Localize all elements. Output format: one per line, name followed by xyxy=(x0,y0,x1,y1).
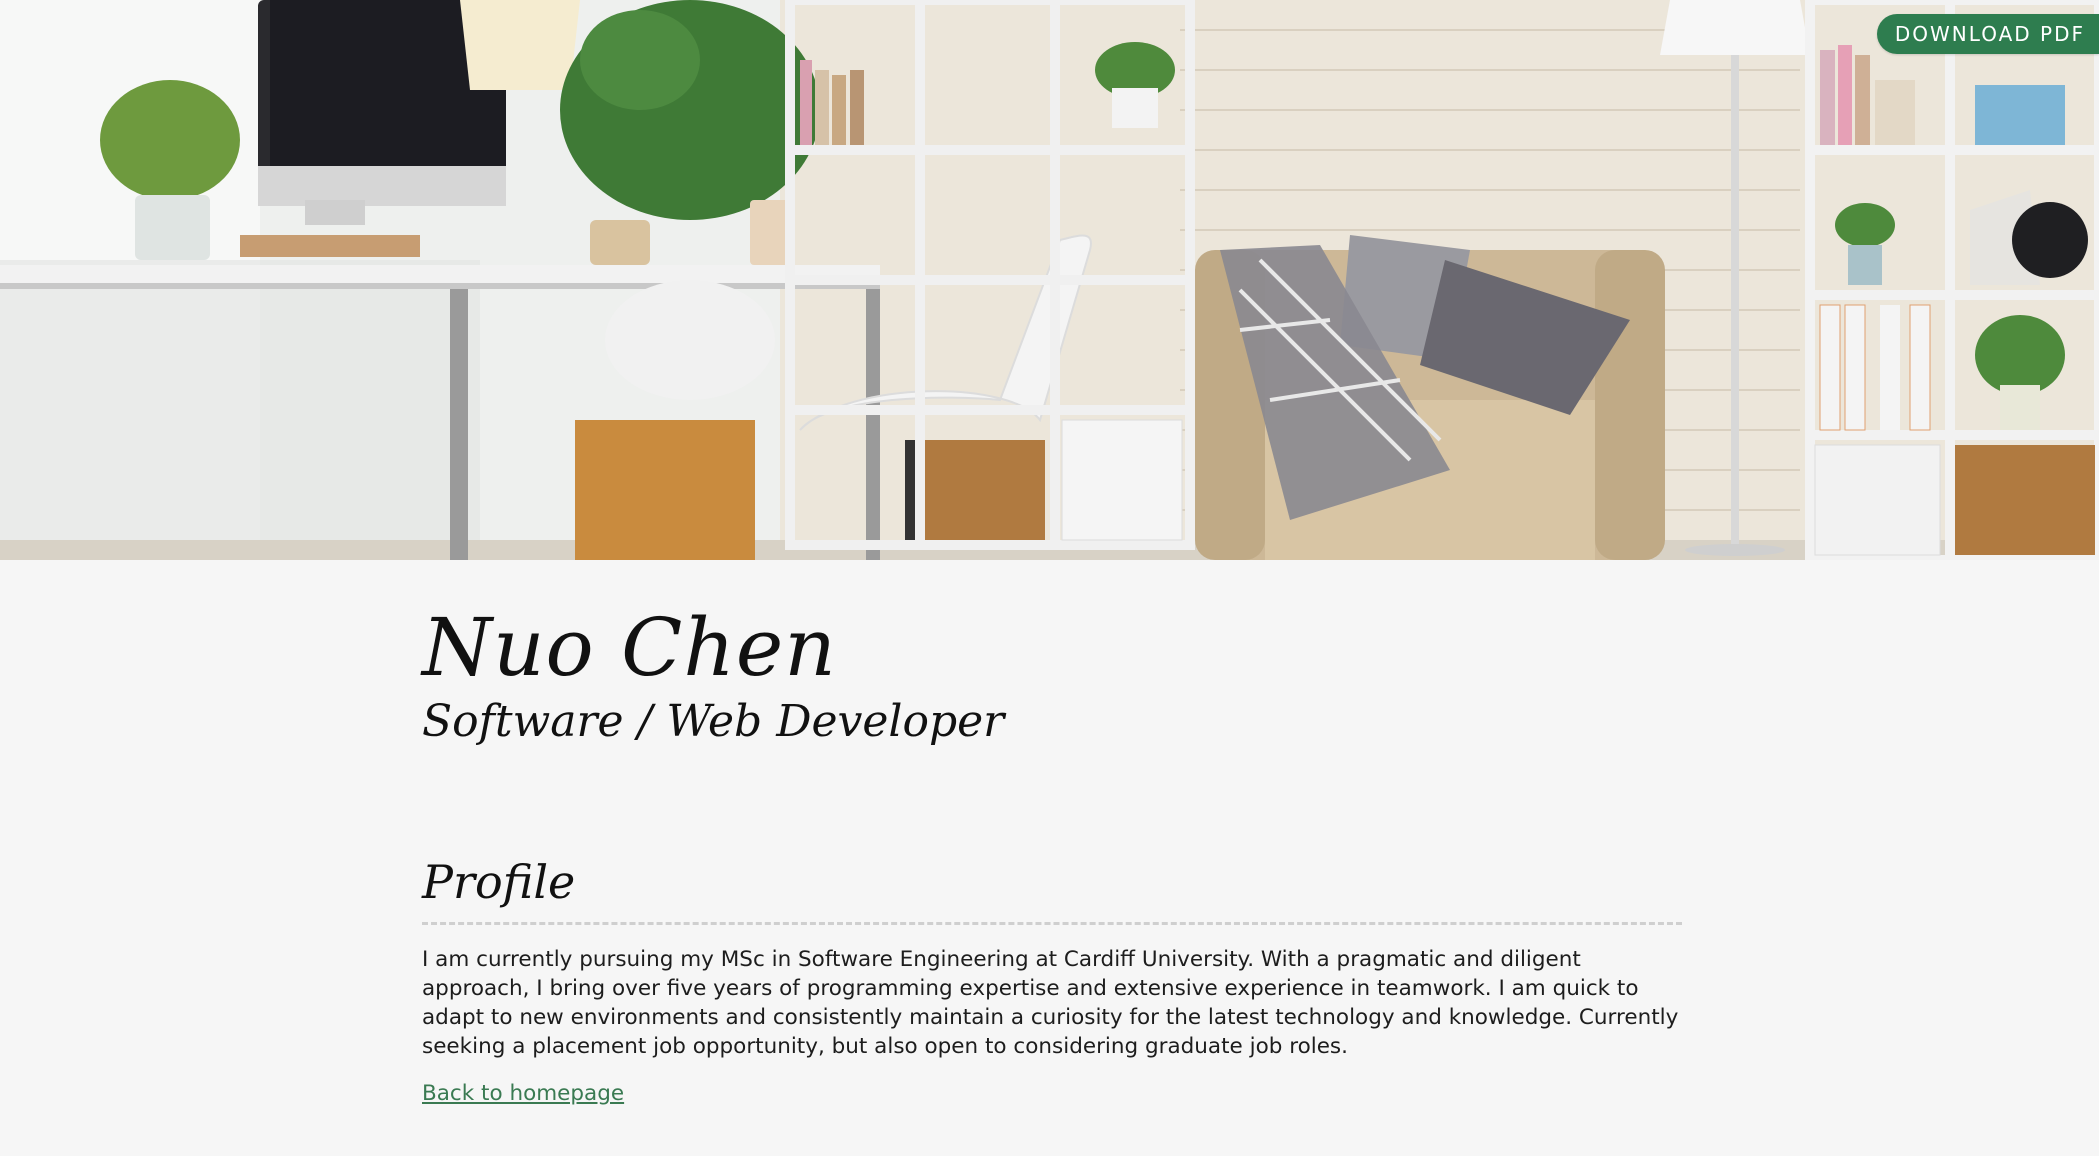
download-pdf-button[interactable]: DOWNLOAD PDF xyxy=(1876,14,2099,54)
profile-section-title: Profile xyxy=(422,852,1682,925)
job-title-subheading: Software / Web Developer xyxy=(422,696,1005,747)
person-name-heading: Nuo Chen xyxy=(422,601,837,694)
hero-banner-image: DOWNLOAD PDF xyxy=(0,0,2099,560)
room-scene-illustration xyxy=(0,0,2099,560)
main-content: Nuo Chen Software / Web Developer Profil… xyxy=(422,560,1682,1106)
profile-description: I am currently pursuing my MSc in Softwa… xyxy=(422,947,1679,1059)
back-to-homepage-link[interactable]: Back to homepage xyxy=(422,1081,624,1106)
